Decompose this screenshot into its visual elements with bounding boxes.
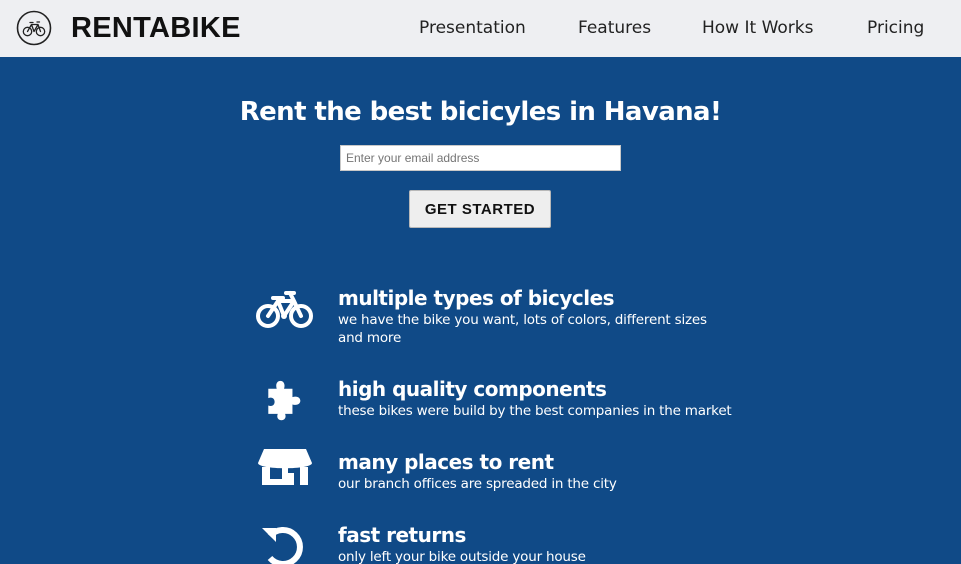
feature-title: fast returns [338,523,466,547]
nav-link-features[interactable]: Features [578,16,651,40]
nav-link-how-it-works[interactable]: How It Works [702,16,813,40]
bicycle-icon [256,291,313,328]
feature-description: only left your bike outside your house [338,549,586,564]
feature-title: multiple types of bicycles [338,286,615,310]
feature-item: fast returns only left your bike outside… [256,522,756,564]
feature-description: our branch offices are spreaded in the c… [338,476,617,492]
puzzle-piece-icon [268,380,301,421]
hero-title: Rent the best bicicyles in Havana! [239,97,722,127]
brand-name[interactable]: RENTABIKE [71,9,241,47]
feature-title: many places to rent [338,450,554,474]
store-icon [258,449,312,485]
feature-item: high quality components these bikes were… [256,376,756,426]
email-input[interactable] [340,145,621,171]
feature-item: many places to rent our branch offices a… [256,449,756,499]
site-header: RENTABIKE Presentation Features How It W… [0,0,961,57]
undo-icon [262,527,303,564]
feature-title: high quality components [338,377,607,401]
feature-description: we have the bike you want, lots of color… [338,312,707,346]
get-started-button[interactable]: GET STARTED [409,190,551,228]
nav-link-pricing[interactable]: Pricing [867,16,924,40]
feature-item: multiple types of bicycles we have the b… [256,285,756,346]
hero-section: Rent the best bicicyles in Havana! GET S… [0,57,961,564]
nav-link-presentation[interactable]: Presentation [419,16,526,40]
bicycle-circle-icon[interactable] [16,10,52,46]
feature-description: these bikes were build by the best compa… [338,403,732,419]
